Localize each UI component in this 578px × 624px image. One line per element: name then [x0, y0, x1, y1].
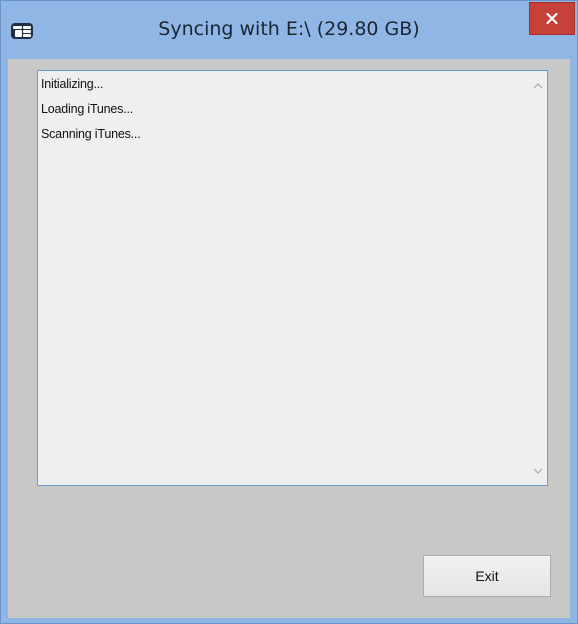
- log-line: Scanning iTunes...: [41, 127, 141, 141]
- exit-button[interactable]: Exit: [423, 555, 551, 597]
- title-bar[interactable]: Syncing with E:\ (29.80 GB): [1, 1, 577, 59]
- window-title: Syncing with E:\ (29.80 GB): [158, 18, 420, 40]
- log-lines: Initializing... Loading iTunes... Scanni…: [41, 76, 521, 151]
- close-button[interactable]: [529, 2, 575, 35]
- sync-dialog: Syncing with E:\ (29.80 GB) Initializing…: [0, 0, 578, 624]
- chevron-down-icon[interactable]: [533, 467, 543, 475]
- sync-log[interactable]: Initializing... Loading iTunes... Scanni…: [37, 70, 548, 486]
- chevron-up-icon[interactable]: [533, 82, 543, 90]
- vertical-scrollbar[interactable]: [529, 71, 547, 485]
- dialog-body: Initializing... Loading iTunes... Scanni…: [8, 59, 570, 618]
- log-line: Loading iTunes...: [41, 102, 134, 116]
- log-line: Initializing...: [41, 77, 104, 91]
- close-icon: [546, 12, 558, 25]
